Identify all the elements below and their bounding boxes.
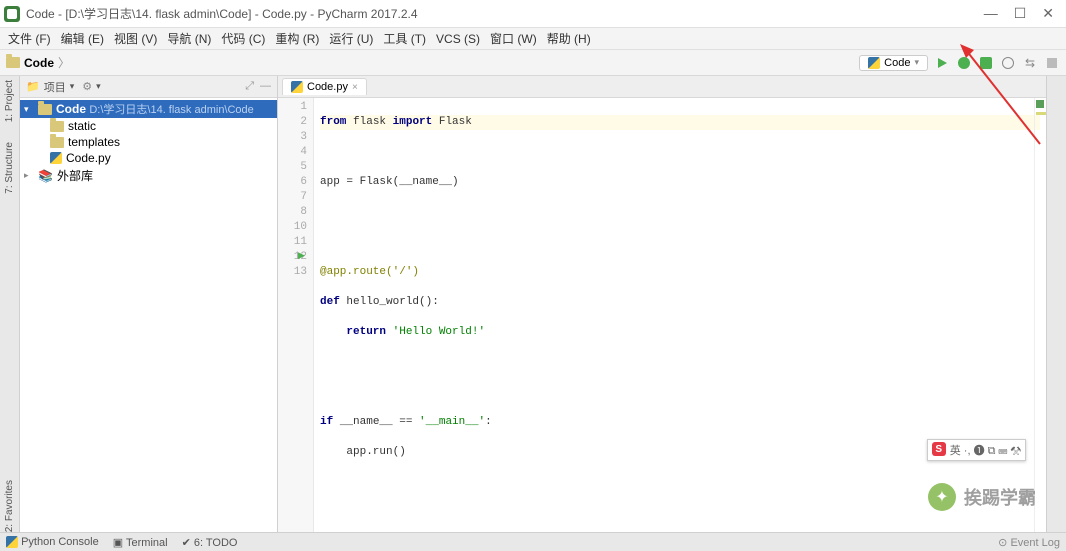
chevron-dot-icon[interactable]: ▾	[96, 81, 101, 92]
close-button[interactable]: ✕	[1042, 5, 1054, 22]
python-icon	[868, 57, 880, 69]
tab-event-log[interactable]: ⊙ Event Log	[998, 536, 1060, 549]
menu-refactor[interactable]: 重构 (R)	[271, 28, 323, 49]
menu-help[interactable]: 帮助 (H)	[543, 28, 595, 49]
profile-button[interactable]	[1000, 55, 1016, 71]
minimize-button[interactable]: ―	[984, 5, 998, 22]
folder-icon	[6, 57, 20, 68]
watermark-text: 挨踢学霸	[964, 484, 1036, 510]
stop-button[interactable]	[1044, 55, 1060, 71]
tree-root-name: Code	[56, 102, 86, 116]
app-icon	[4, 6, 20, 22]
tree-templates[interactable]: templates	[20, 134, 277, 150]
breadcrumb-sep: 〉	[58, 54, 70, 71]
python-icon	[50, 152, 62, 164]
tree-label: Code.py	[66, 151, 111, 165]
attach-button[interactable]: ⇆	[1022, 55, 1038, 71]
title-bar: Code - [D:\学习日志\14. flask admin\Code] - …	[0, 0, 1066, 28]
project-panel-header: 📁 项目 ▾ ⚙ ▾ ⤢ ―	[20, 76, 277, 98]
error-stripe[interactable]	[1034, 98, 1046, 532]
hide-icon[interactable]: ―	[260, 80, 271, 93]
menu-navigate[interactable]: 导航 (N)	[163, 28, 215, 49]
chevron-down-icon: ▾	[914, 57, 919, 68]
menu-edit[interactable]: 编辑 (E)	[57, 28, 108, 49]
attach-icon: ⇆	[1025, 56, 1035, 70]
ok-indicator	[1036, 100, 1044, 108]
folder-icon	[50, 137, 64, 148]
folder-icon	[50, 121, 64, 132]
menu-bar: 文件 (F) 编辑 (E) 视图 (V) 导航 (N) 代码 (C) 重构 (R…	[0, 28, 1066, 50]
menu-code[interactable]: 代码 (C)	[217, 28, 269, 49]
ime-status: 英 ·, ➊ ⧉ ⌨ ⚒	[950, 442, 1021, 458]
library-icon: 📚	[38, 169, 53, 183]
coverage-icon	[980, 57, 992, 69]
tab-terminal[interactable]: ▣ Terminal	[113, 536, 168, 549]
project-title: 项目	[44, 79, 66, 95]
tab-project[interactable]: 1: Project	[4, 80, 15, 122]
profile-icon	[1002, 57, 1014, 69]
menu-file[interactable]: 文件 (F)	[4, 28, 55, 49]
project-tree[interactable]: ▾ Code D:\学习日志\14. flask admin\Code stat…	[20, 98, 277, 187]
python-icon	[291, 81, 303, 93]
left-tool-bar: 1: Project 7: Structure 2: Favorites	[0, 76, 20, 532]
window-title: Code - [D:\学习日志\14. flask admin\Code] - …	[26, 5, 418, 22]
bug-icon	[958, 57, 970, 69]
editor-tab-codepy[interactable]: Code.py ×	[282, 78, 367, 95]
tree-root[interactable]: ▾ Code D:\学习日志\14. flask admin\Code	[20, 100, 277, 118]
ime-logo-icon: S	[932, 442, 946, 456]
run-gutter-icon[interactable]: ▶	[298, 250, 305, 261]
tree-label: templates	[68, 135, 120, 149]
run-button[interactable]	[934, 55, 950, 71]
maximize-button[interactable]: ☐	[1014, 5, 1027, 22]
collapse-icon[interactable]: ⤢	[245, 80, 254, 93]
bottom-tool-bar: Python Console ▣ Terminal ✔ 6: TODO ⊙ Ev…	[0, 532, 1066, 551]
tree-root-path: D:\学习日志\14. flask admin\Code	[89, 104, 253, 116]
debug-button[interactable]	[956, 55, 972, 71]
tab-todo[interactable]: ✔ 6: TODO	[182, 536, 238, 549]
close-tab-icon[interactable]: ×	[352, 82, 358, 93]
project-icon: 📁	[26, 80, 40, 93]
project-panel: 📁 项目 ▾ ⚙ ▾ ⤢ ― ▾ Code D:\学习日志\14. flask …	[20, 76, 278, 532]
watermark: ✦ 挨踢学霸	[928, 483, 1036, 511]
tree-external[interactable]: ▸ 📚 外部库	[20, 166, 277, 185]
expand-icon[interactable]: ▾	[24, 104, 34, 115]
wechat-icon: ✦	[928, 483, 956, 511]
breadcrumb-root: Code	[24, 56, 54, 70]
expand-icon[interactable]: ▸	[24, 170, 34, 181]
tree-label: 外部库	[57, 167, 93, 184]
tree-label: static	[68, 119, 96, 133]
code-editor[interactable]: 1 2 3 4 5 6 7 8 10 11 12 13 ▶ from flask…	[278, 98, 1046, 532]
menu-run[interactable]: 运行 (U)	[325, 28, 377, 49]
menu-tools[interactable]: 工具 (T)	[379, 28, 430, 49]
menu-window[interactable]: 窗口 (W)	[486, 28, 541, 49]
warning-marker[interactable]	[1036, 112, 1046, 115]
stop-icon	[1047, 58, 1057, 68]
menu-vcs[interactable]: VCS (S)	[432, 30, 484, 48]
run-config-selector[interactable]: Code ▾	[859, 55, 928, 71]
toolbar: Code 〉 Code ▾ ⇆	[0, 50, 1066, 76]
gear-icon[interactable]: ⚙	[82, 80, 92, 93]
editor-area: Code.py × 1 2 3 4 5 6 7 8 10 11 12 13 ▶ …	[278, 76, 1046, 532]
python-icon	[6, 536, 18, 548]
ime-toolbar[interactable]: S 英 ·, ➊ ⧉ ⌨ ⚒	[927, 439, 1026, 461]
tab-structure[interactable]: 7: Structure	[4, 142, 15, 194]
tab-favorites[interactable]: 2: Favorites	[4, 480, 15, 532]
coverage-button[interactable]	[978, 55, 994, 71]
menu-view[interactable]: 视图 (V)	[110, 28, 161, 49]
tree-codepy[interactable]: Code.py	[20, 150, 277, 166]
folder-icon	[38, 104, 52, 115]
right-tool-bar	[1046, 76, 1066, 532]
code-content[interactable]: from flask import Flask app = Flask(__na…	[314, 98, 1046, 532]
tab-python-console[interactable]: Python Console	[6, 536, 99, 548]
tab-label: Code.py	[307, 81, 348, 93]
editor-tabs: Code.py ×	[278, 76, 1046, 98]
main-area: 1: Project 7: Structure 2: Favorites 📁 项…	[0, 76, 1066, 532]
line-gutter: 1 2 3 4 5 6 7 8 10 11 12 13	[278, 98, 314, 532]
chevron-down-icon[interactable]: ▾	[70, 81, 75, 92]
play-icon	[938, 58, 947, 68]
run-config-label: Code	[884, 57, 910, 69]
tree-static[interactable]: static	[20, 118, 277, 134]
breadcrumb[interactable]: Code 〉	[6, 54, 70, 71]
